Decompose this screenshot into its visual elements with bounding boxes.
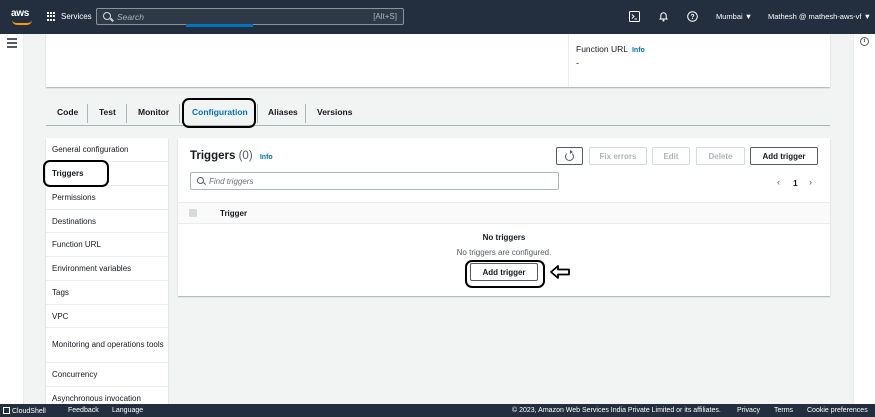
empty-state-title: No triggers [482, 233, 526, 242]
add-trigger-highlight [465, 260, 545, 288]
find-triggers-placeholder: Find triggers [209, 177, 254, 186]
cookie-preferences-link[interactable]: Cookie preferences [807, 407, 868, 414]
tab-versions[interactable]: Versions [317, 107, 352, 117]
sidebar-item-asynchronous-invocation[interactable]: Asynchronous invocation [46, 387, 168, 404]
cloudshell-footer-button[interactable]: CloudShell [3, 407, 46, 415]
previous-page-chevron-icon[interactable]: ‹ [777, 177, 780, 187]
right-help-strip: i [853, 34, 875, 404]
aws-logo-smile [12, 20, 32, 25]
sidebar-item-monitoring[interactable]: Monitoring and operations tools [46, 328, 168, 363]
active-tab-indicator [186, 24, 253, 27]
function-url-value: - [576, 58, 579, 68]
privacy-link[interactable]: Privacy [737, 407, 760, 414]
account-menu[interactable]: Mathesh @ mathesh-aws-vf ▼ [768, 12, 871, 21]
refresh-button[interactable] [556, 147, 583, 165]
triggers-sidebar-highlight [43, 160, 109, 187]
sidebar-item-function-url[interactable]: Function URL [46, 233, 168, 257]
tab-aliases[interactable]: Aliases [268, 107, 298, 117]
tab-separator [87, 104, 88, 123]
grid-icon [47, 12, 56, 21]
function-url-label: Function URL [576, 44, 628, 54]
tab-separator [257, 104, 258, 123]
empty-state-subtitle: No triggers are configured. [456, 248, 552, 257]
sidebar-item-label: Concurrency [52, 370, 98, 379]
function-url-heading: Function URL Info [576, 44, 645, 54]
services-label: Services [61, 12, 92, 21]
console-footer: CloudShell Feedback Language © 2023, Ama… [0, 404, 875, 417]
sidebar-item-destinations[interactable]: Destinations [46, 210, 168, 233]
cloudshell-label: CloudShell [12, 408, 46, 415]
tab-separator [305, 104, 306, 123]
add-trigger-header-button[interactable]: Add trigger [750, 147, 818, 165]
top-navigation-bar: aws Services Search [Alt+S] ? Mumbai ▼ M… [0, 0, 875, 34]
aws-logo[interactable]: aws [11, 8, 33, 26]
configuration-tab-highlight [182, 98, 256, 128]
sidebar-item-tags[interactable]: Tags [46, 281, 168, 305]
function-tabs: Code Test Monitor Configuration Aliases … [46, 100, 830, 126]
sidebar-item-label: Asynchronous invocation [52, 394, 141, 403]
services-menu-button[interactable]: Services [47, 12, 92, 21]
sidebar-item-permissions[interactable]: Permissions [46, 186, 168, 210]
find-triggers-input[interactable]: Find triggers [190, 172, 559, 190]
sidebar-item-label: Destinations [52, 216, 97, 226]
sidebar-item-label: Permissions [52, 193, 96, 202]
triggers-heading: Triggers (0) Info [190, 150, 273, 162]
svg-text:?: ? [690, 14, 694, 21]
sidebar-item-label: Environment variables [52, 264, 132, 273]
info-panel-icon[interactable]: i [860, 37, 869, 46]
hamburger-menu-icon[interactable] [7, 38, 17, 50]
sidebar-item-vpc[interactable]: VPC [46, 305, 168, 328]
select-all-checkbox[interactable] [189, 209, 197, 217]
trigger-column-header[interactable]: Trigger [220, 209, 247, 218]
sidebar-item-environment-variables[interactable]: Environment variables [46, 257, 168, 281]
function-url-info-link[interactable]: Info [632, 47, 645, 54]
sidebar-item-label: Tags [52, 288, 69, 297]
triggers-table-header: Trigger [178, 202, 830, 224]
tab-monitor[interactable]: Monitor [138, 107, 169, 117]
triggers-title: Triggers [190, 150, 236, 162]
next-page-chevron-icon[interactable]: › [809, 177, 812, 187]
sidebar-item-general-configuration[interactable]: General configuration [46, 138, 168, 162]
tab-test[interactable]: Test [99, 107, 116, 117]
search-shortcut-hint: [Alt+S] [373, 12, 397, 21]
bell-icon[interactable] [657, 11, 669, 23]
sidebar-item-label: Monitoring and operations tools [52, 340, 164, 349]
sidebar-item-label: VPC [52, 311, 69, 321]
terms-link[interactable]: Terms [774, 407, 793, 414]
copyright-text: © 2023, Amazon Web Services India Privat… [512, 407, 721, 414]
global-search-input[interactable]: Search [Alt+S] [96, 8, 404, 25]
search-icon [197, 177, 204, 184]
search-placeholder: Search [117, 12, 144, 22]
region-selector[interactable]: Mumbai ▼ [716, 12, 752, 21]
edit-button[interactable]: Edit [652, 147, 690, 165]
sidebar-item-concurrency[interactable]: Concurrency [46, 363, 168, 387]
triggers-info-link[interactable]: Info [260, 154, 273, 161]
feedback-link[interactable]: Feedback [68, 407, 99, 414]
sidebar-item-label: General configuration [52, 145, 129, 154]
tab-code[interactable]: Code [57, 107, 78, 117]
refresh-icon [565, 149, 574, 161]
tab-separator [179, 104, 180, 123]
function-overview-card: Function URL Info - [46, 34, 830, 87]
cloudshell-icon [3, 407, 10, 414]
search-icon [103, 12, 111, 20]
page-number[interactable]: 1 [793, 178, 798, 188]
aws-logo-text: aws [11, 8, 30, 19]
fix-errors-button[interactable]: Fix errors [589, 147, 647, 165]
sidebar-item-label: Function URL [52, 240, 101, 249]
card-divider [568, 34, 569, 87]
left-navigation-strip [0, 34, 24, 404]
pointing-arrow-icon [550, 265, 570, 279]
tab-separator [126, 104, 127, 123]
help-icon[interactable]: ? [686, 11, 698, 23]
language-link[interactable]: Language [112, 407, 143, 414]
cloudshell-icon[interactable] [628, 11, 640, 23]
delete-button[interactable]: Delete [696, 147, 745, 165]
triggers-count: (0) [238, 150, 253, 162]
